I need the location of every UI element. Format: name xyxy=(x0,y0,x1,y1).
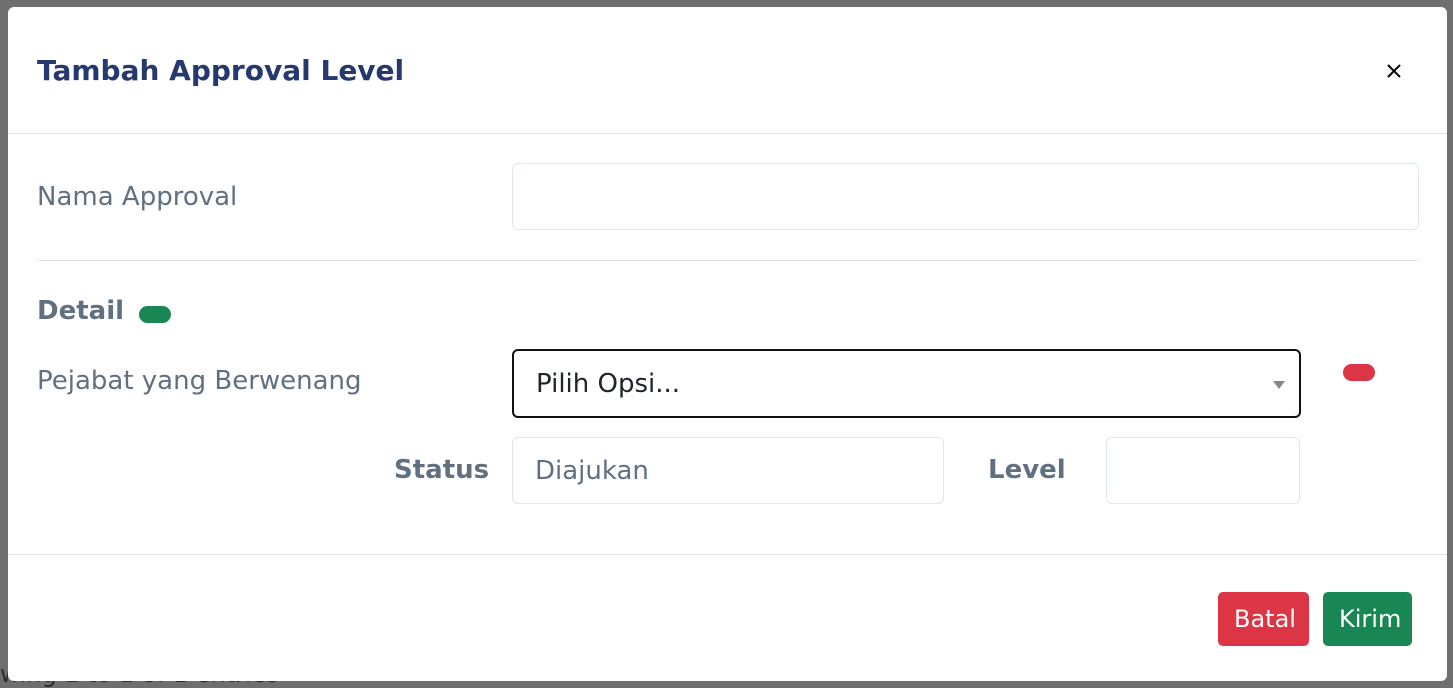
modal-title: Tambah Approval Level xyxy=(37,54,405,87)
close-icon xyxy=(1387,64,1401,78)
add-approval-level-modal: Tambah Approval Level Nama Approval Deta… xyxy=(8,7,1447,681)
close-button[interactable] xyxy=(1380,57,1408,85)
level-label: Level xyxy=(988,455,1066,485)
cancel-button[interactable]: Batal xyxy=(1218,592,1309,646)
modal-footer: Batal Kirim xyxy=(8,554,1447,681)
section-divider xyxy=(37,260,1419,261)
add-detail-button[interactable] xyxy=(139,306,171,323)
nama-approval-label: Nama Approval xyxy=(37,182,238,212)
level-input[interactable] xyxy=(1106,437,1300,504)
modal-header: Tambah Approval Level xyxy=(8,7,1447,134)
pejabat-select-value: Pilih Opsi... xyxy=(536,368,681,399)
remove-detail-button[interactable] xyxy=(1343,364,1375,381)
chevron-down-icon xyxy=(1273,381,1285,389)
modal-body: Nama Approval Detail Pejabat yang Berwen… xyxy=(8,134,1447,554)
status-label: Status xyxy=(394,455,490,485)
detail-heading: Detail xyxy=(37,296,125,326)
status-input[interactable] xyxy=(512,437,944,504)
pejabat-select[interactable]: Pilih Opsi... xyxy=(512,349,1301,418)
pejabat-label: Pejabat yang Berwenang xyxy=(37,366,362,396)
submit-button[interactable]: Kirim xyxy=(1323,592,1412,646)
nama-approval-input[interactable] xyxy=(512,163,1419,230)
